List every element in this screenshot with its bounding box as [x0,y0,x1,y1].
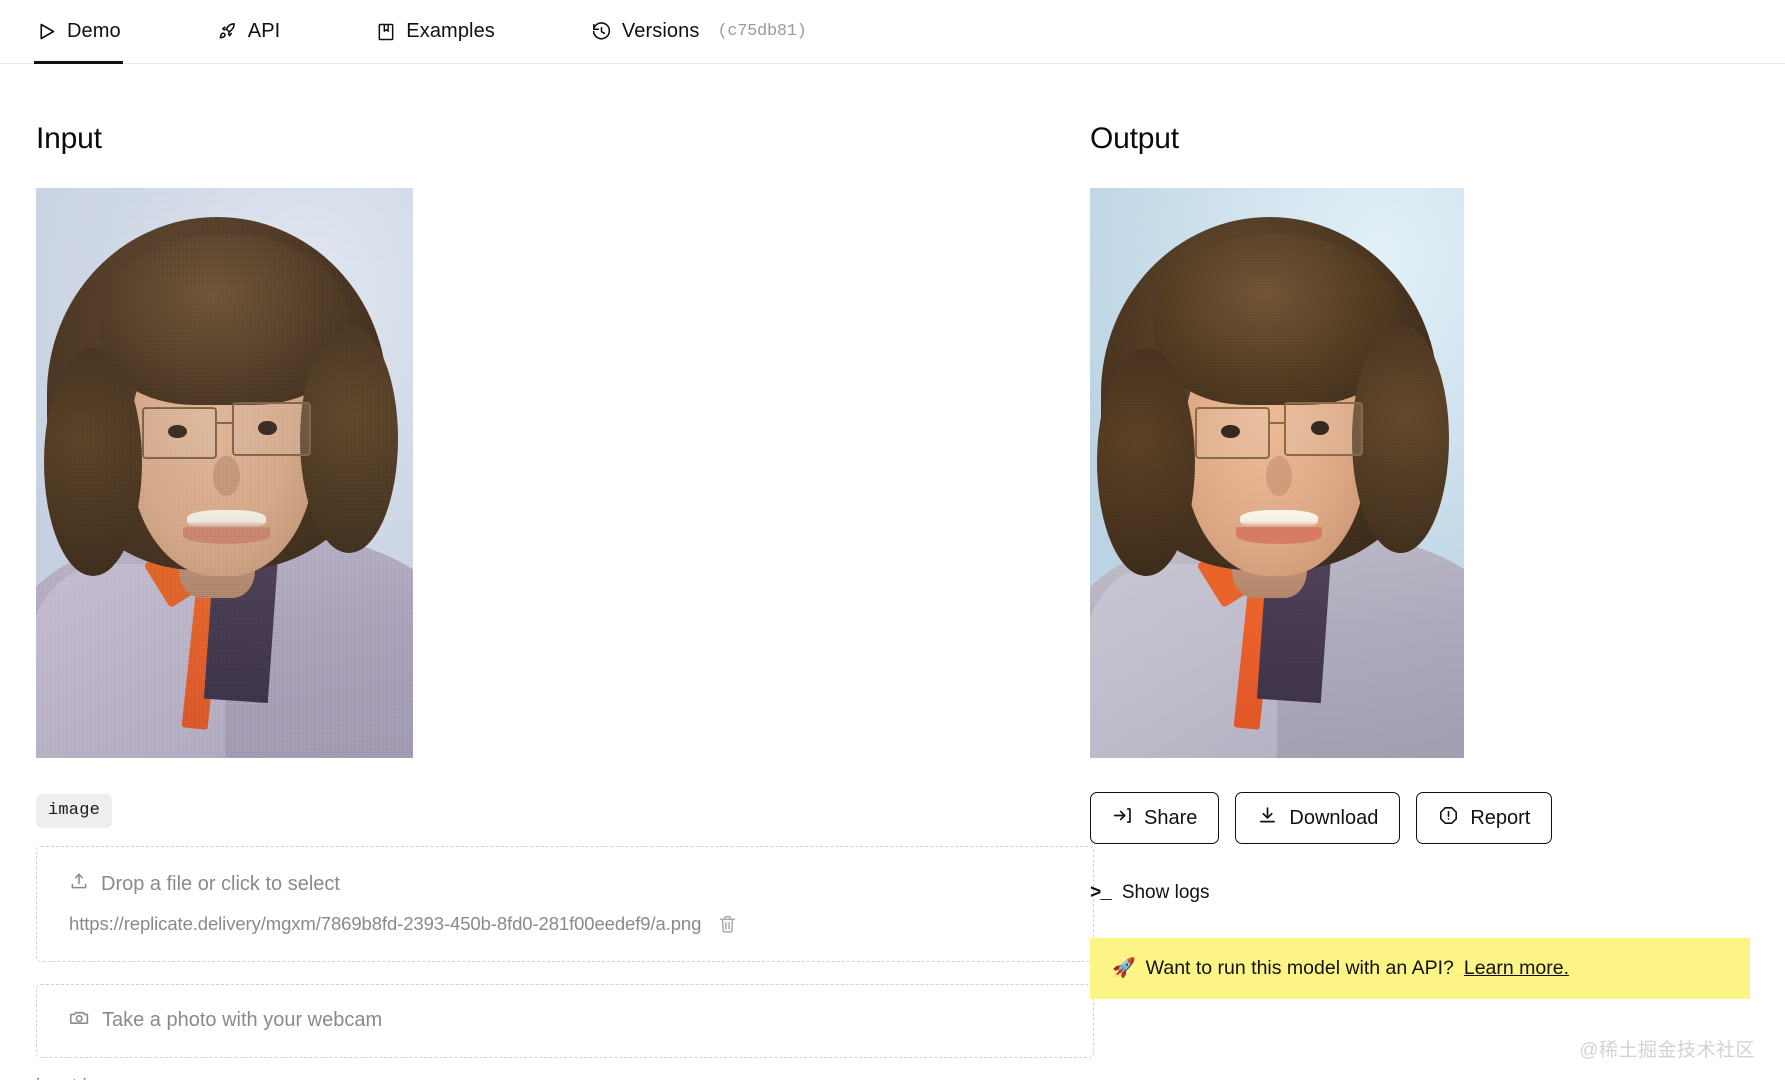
input-title: Input [36,122,102,155]
tab-demo[interactable]: Demo [34,0,123,64]
api-banner-text: Want to run this model with an API? [1145,956,1454,979]
file-dropzone[interactable]: Drop a file or click to select https://r… [36,846,1094,962]
uploaded-file-url: https://replicate.delivery/mgxm/7869b8fd… [69,913,702,934]
report-button[interactable]: Report [1416,792,1553,844]
webcam-dropzone[interactable]: Take a photo with your webcam [36,984,1094,1058]
api-learn-more-link[interactable]: Learn more. [1464,957,1569,980]
upload-icon [69,871,89,897]
output-image-wrapper [1090,188,1749,758]
camera-icon [69,1007,90,1034]
output-title: Output [1090,122,1179,155]
show-logs-label: Show logs [1121,882,1210,903]
share-arrow-icon [1112,805,1133,832]
output-actions: Share Download Report [1090,792,1749,844]
download-icon [1257,805,1278,832]
dropzone-value-row: https://replicate.delivery/mgxm/7869b8fd… [69,913,1061,935]
book-icon [376,22,396,42]
webcam-prompt-row: Take a photo with your webcam [69,1007,1061,1034]
report-button-label: Report [1470,806,1531,829]
play-icon [36,21,57,42]
terminal-prompt-icon: >_ [1090,882,1112,904]
output-panel: Output Share Download Report >_ Show log… [1090,64,1785,1080]
version-hash: (c75db81) [717,22,807,41]
rocket-emoji-icon: 🚀 [1112,958,1136,979]
input-image-wrapper [36,188,1066,758]
main-content: Input image Drop a file or click to sele… [0,64,1785,1080]
api-banner: 🚀 Want to run this model with an API? Le… [1090,938,1750,999]
tab-versions-label: Versions [621,20,700,42]
share-button-label: Share [1144,806,1198,829]
dropzone-prompt: Drop a file or click to select [101,872,340,895]
trash-icon[interactable] [717,914,738,935]
output-image[interactable] [1090,188,1464,758]
download-button-label: Download [1289,806,1379,829]
input-panel: Input image Drop a file or click to sele… [0,64,1094,1080]
alert-octagon-icon [1438,805,1459,832]
download-button[interactable]: Download [1235,792,1401,844]
tab-versions[interactable]: Versions (c75db81) [591,0,807,64]
tab-bar: Demo API Examples Versions (c75db81) [0,0,1785,64]
webcam-prompt: Take a photo with your webcam [102,1009,383,1031]
tab-api-label: API [247,20,281,42]
history-icon [591,21,612,42]
dropzone-prompt-row: Drop a file or click to select [69,871,1061,897]
rocket-icon [217,21,238,42]
tab-api[interactable]: API [217,0,281,64]
tab-examples[interactable]: Examples [376,0,495,64]
share-button[interactable]: Share [1090,792,1220,844]
watermark: @稀土掘金技术社区 [1579,1040,1755,1061]
input-image[interactable] [36,188,413,758]
show-logs-toggle[interactable]: >_ Show logs [1090,882,1209,904]
input-helper-text: input image. [36,1076,1066,1080]
tab-examples-label: Examples [406,20,495,42]
input-field-label: image [36,794,113,828]
tab-demo-label: Demo [67,20,121,42]
